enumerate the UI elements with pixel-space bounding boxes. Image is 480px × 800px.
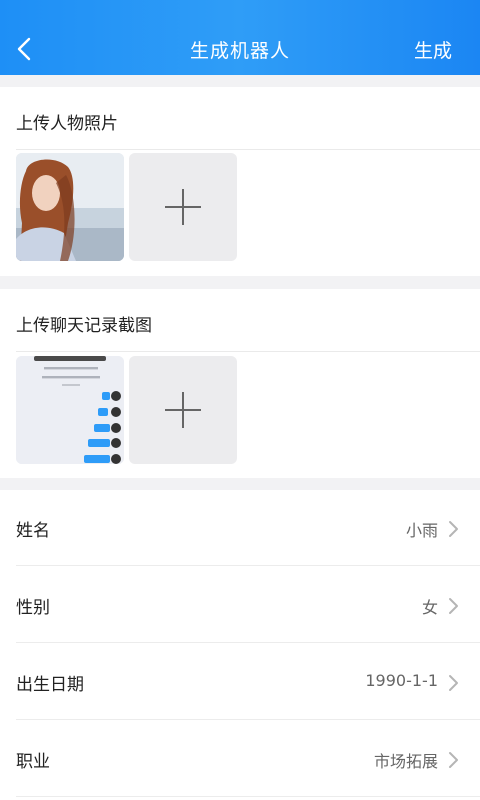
- row-value: 市场拓展: [373, 752, 438, 771]
- row-label: 姓名: [16, 521, 50, 541]
- profile-list: 姓名 小雨 性别 女 出生日期 1990-1-1 职业 市场拓展: [0, 490, 480, 800]
- person-photo-thumbnail[interactable]: [16, 153, 124, 261]
- divider: [16, 796, 480, 797]
- chat-screenshot-image: [16, 356, 124, 464]
- birthdate-row[interactable]: 出生日期 1990-1-1: [16, 644, 480, 720]
- upload-chats-section: 上传聊天记录截图: [0, 289, 480, 478]
- generate-button[interactable]: 生成: [414, 36, 452, 63]
- upload-chats-title: 上传聊天记录截图: [16, 316, 152, 336]
- chat-screenshot-thumbnail[interactable]: [16, 356, 124, 464]
- row-value: 1990-1-1: [365, 671, 438, 690]
- chevron-right-icon: [449, 675, 458, 691]
- row-label: 职业: [16, 752, 50, 772]
- divider: [16, 351, 480, 352]
- portrait-image: [16, 153, 124, 261]
- divider: [16, 565, 480, 566]
- divider: [16, 149, 480, 150]
- chevron-right-icon: [449, 598, 458, 614]
- row-label: 性别: [16, 598, 50, 618]
- divider: [16, 719, 480, 720]
- row-value: 女: [421, 598, 438, 617]
- upload-photos-section: 上传人物照片: [0, 87, 480, 276]
- plus-icon: [165, 392, 201, 428]
- occupation-row[interactable]: 职业 市场拓展: [16, 721, 480, 797]
- plus-icon: [165, 189, 201, 225]
- row-value: 小雨: [405, 521, 438, 540]
- chevron-right-icon: [449, 521, 458, 537]
- divider: [16, 642, 480, 643]
- upload-photos-title: 上传人物照片: [16, 114, 118, 134]
- gender-row[interactable]: 性别 女: [16, 567, 480, 643]
- row-label: 出生日期: [16, 675, 84, 695]
- add-photo-button[interactable]: [129, 153, 237, 261]
- chevron-right-icon: [449, 752, 458, 768]
- name-row[interactable]: 姓名 小雨: [16, 490, 480, 566]
- page-title: 生成机器人: [189, 40, 290, 62]
- add-chat-screenshot-button[interactable]: [129, 356, 237, 464]
- top-bar: 生成机器人 生成: [0, 0, 480, 75]
